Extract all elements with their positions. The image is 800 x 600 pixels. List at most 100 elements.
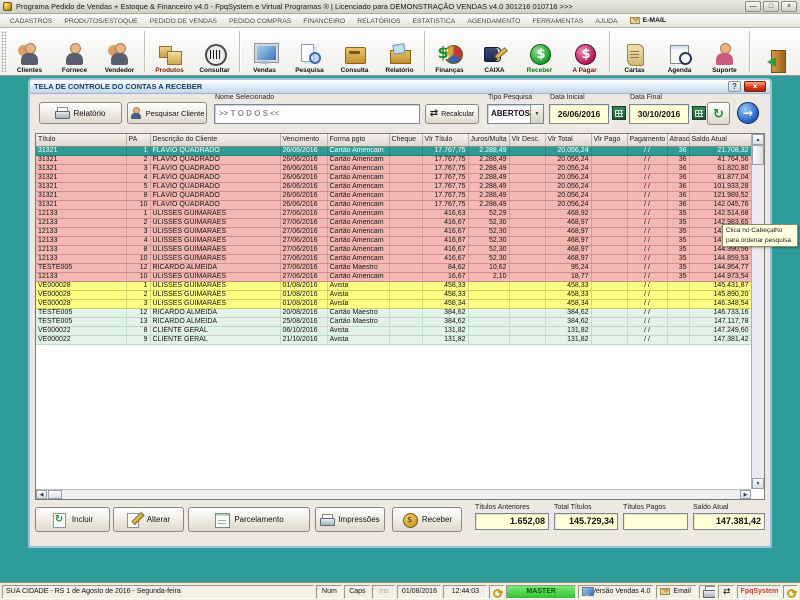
table-row[interactable]: 121333ULISSES GUIMARAES27/06/2016Cartão … (36, 227, 751, 236)
column-header-atraso[interactable]: Atraso (667, 134, 689, 146)
column-header-t-tulo[interactable]: Título (36, 134, 126, 146)
table-row[interactable]: VE0000228CLIENTE GERAL06/10/2016Avista13… (36, 326, 751, 335)
close-button[interactable]: × (781, 1, 797, 12)
menu-item-produtos-estoque[interactable]: PRODUTOS/ESTOQUE (58, 18, 143, 25)
restore-button[interactable]: □ (763, 1, 779, 12)
status-transfer[interactable]: ⇄ (718, 585, 735, 599)
menu-item-cadastros[interactable]: CADASTROS (4, 18, 58, 25)
column-header-cheque[interactable]: Cheque (389, 134, 422, 146)
chevron-down-icon[interactable]: ▼ (530, 105, 543, 123)
search-type-select[interactable]: ABERTOS ▼ (487, 104, 544, 124)
incluir-button[interactable]: Incluir (35, 507, 110, 532)
table-row[interactable]: 313213FLÁVIO QUADRADO26/06/2016Cartão Am… (36, 164, 751, 173)
go-button[interactable]: → (737, 102, 759, 124)
menu-item-ajuda[interactable]: AJUDA (589, 18, 623, 25)
refresh-button[interactable]: ↻ (707, 102, 730, 125)
table-row[interactable]: VE0000229CLIENTE GERAL21/10/2016Avista13… (36, 335, 751, 344)
column-header-saldo-atual[interactable]: Saldo Atual (689, 134, 751, 146)
alterar-button[interactable]: Alterar (113, 507, 184, 532)
receber-button[interactable]: Receber (392, 507, 462, 532)
menu-item-email[interactable]: E-MAIL (624, 17, 672, 24)
toolbar-button-receber[interactable]: Receber (517, 28, 562, 75)
status-email[interactable]: Email (656, 585, 696, 599)
vertical-scroll-thumb[interactable] (752, 145, 764, 165)
status-printer[interactable] (699, 585, 716, 599)
toolbar-button-vendedor[interactable]: Vendedor (97, 28, 142, 75)
table-row[interactable]: 313212FLÁVIO QUADRADO26/06/2016Cartão Am… (36, 155, 751, 164)
menu-item-ferramentas[interactable]: FERRAMENTAS (526, 18, 589, 25)
toolbar-button-relat-rio[interactable]: Relatório (377, 28, 422, 75)
table-row[interactable]: VE0000283ULISSES GUIMARAES01/08/2016Avis… (36, 299, 751, 308)
scroll-left-icon[interactable]: ◀ (36, 490, 47, 499)
table-row[interactable]: TESTE00512RICARDO ALMEIDA27/06/2016Cartã… (36, 263, 751, 272)
table-row[interactable]: 1213310ULISSES GUIMARAES27/06/2016Cartão… (36, 272, 751, 281)
column-header-vlr-t-tulo[interactable]: Vlr Título (422, 134, 468, 146)
horizontal-scrollbar[interactable]: ◀ ▶ (36, 489, 751, 499)
toolbar-button-pesquisa[interactable]: Pesquisa (287, 28, 332, 75)
column-header-pagamento[interactable]: Pagamento (627, 134, 667, 146)
table-row[interactable]: 313215FLÁVIO QUADRADO26/06/2016Cartão Am… (36, 182, 751, 191)
table-row[interactable]: 121331ULISSES GUIMARAES27/06/2016Cartão … (36, 209, 751, 218)
menu-item-agendamento[interactable]: AGENDAMENTO (461, 18, 526, 25)
cell: / / (627, 200, 667, 209)
toolbar-button-consultar[interactable]: Consultar (192, 28, 237, 75)
cell: 3 (126, 299, 150, 308)
toolbar-button-caixa[interactable]: CAIXA (472, 28, 517, 75)
panel-help-button[interactable]: ? (728, 81, 741, 92)
toolbar-button-consulta[interactable]: Consulta (332, 28, 377, 75)
cell: 1 (126, 209, 150, 218)
scroll-right-icon[interactable]: ▶ (740, 490, 751, 499)
column-header-forma-pgto[interactable]: Forma pgto (327, 134, 389, 146)
toolbar-button-clientes[interactable]: Clientes (7, 28, 52, 75)
toolbar-button-exit[interactable] (752, 28, 797, 75)
panel-close-button[interactable]: × (744, 81, 766, 92)
column-header-descri-o-do-cliente[interactable]: Descrição do Cliente (150, 134, 280, 146)
selected-name-input[interactable]: >> T O D O S << (214, 104, 420, 124)
column-header-vlr-desc-[interactable]: Vlr Desc. (509, 134, 545, 146)
horizontal-scroll-thumb[interactable] (48, 490, 62, 499)
menu-item-pedido-de-vendas[interactable]: PEDIDO DE VENDAS (144, 18, 223, 25)
vertical-scrollbar[interactable]: ▲ ▼ (751, 134, 764, 489)
date-end-input[interactable]: 30/10/2016 (629, 104, 689, 124)
toolbar-button-fornece[interactable]: Fornece (52, 28, 97, 75)
toolbar-button-cartas[interactable]: Cartas (612, 28, 657, 75)
table-row[interactable]: 121334ULISSES GUIMARAES27/06/2016Cartão … (36, 236, 751, 245)
parcelamento-button[interactable]: Parcelamento (188, 507, 310, 532)
table-row[interactable]: VE0000282ULISSES GUIMARAES01/08/2016Avis… (36, 290, 751, 299)
toolbar-button-vendas[interactable]: Vendas (242, 28, 287, 75)
search-client-button[interactable]: Pesquisar Cliente (127, 102, 207, 124)
toolbar-button-agenda[interactable]: Agenda (657, 28, 702, 75)
menu-item-financeiro[interactable]: FINANCEIRO (297, 18, 351, 25)
menu-item-pedido-compras[interactable]: PEDIDO COMPRAS (223, 18, 297, 25)
table-row[interactable]: 121332ULISSES GUIMARAES27/06/2016Cartão … (36, 218, 751, 227)
impress-es-button[interactable]: Impressões (315, 507, 385, 532)
menu-item-estatistica[interactable]: ESTATISTICA (407, 18, 462, 25)
toolbar-button-produtos[interactable]: Produtos (147, 28, 192, 75)
toolbar-button-suporte[interactable]: Suporte (702, 28, 747, 75)
table-row[interactable]: 313218FLÁVIO QUADRADO26/06/2016Cartão Am… (36, 191, 751, 200)
scroll-down-icon[interactable]: ▼ (752, 478, 764, 489)
calendar-icon-end[interactable] (692, 106, 706, 120)
calendar-icon-start[interactable] (612, 106, 626, 120)
table-row[interactable]: 313214FLÁVIO QUADRADO26/06/2016Cartão Am… (36, 173, 751, 182)
column-header-vlr-pago[interactable]: Vlr Pago (591, 134, 627, 146)
column-header-vencimento[interactable]: Vencimento (280, 134, 327, 146)
table-row[interactable]: 1213310ULISSES GUIMARAES27/06/2016Cartão… (36, 254, 751, 263)
table-row[interactable]: 3132110FLÁVIO QUADRADO26/06/2016Cartão A… (36, 200, 751, 209)
toolbar-button-a-pagar[interactable]: A Pagar (562, 28, 607, 75)
column-header-pa[interactable]: PA (126, 134, 150, 146)
recalculate-button[interactable]: ⇄ Recalcular (425, 104, 479, 124)
table-row[interactable]: TESTE00513RICARDO ALMEIDA25/08/2016Cartã… (36, 317, 751, 326)
menu-item-relat-rios[interactable]: RELATÓRIOS (351, 18, 406, 25)
date-start-input[interactable]: 26/06/2016 (549, 104, 609, 124)
report-button[interactable]: Relatório (39, 102, 122, 124)
scroll-up-icon[interactable]: ▲ (752, 134, 764, 145)
minimize-button[interactable]: — (745, 1, 761, 12)
table-row[interactable]: 121338ULISSES GUIMARAES27/06/2016Cartão … (36, 245, 751, 254)
column-header-vlr-total[interactable]: Vlr Total (545, 134, 591, 146)
column-header-juros-multa[interactable]: Juros/Multa (468, 134, 509, 146)
table-row[interactable]: VE0000281ULISSES GUIMARAES01/08/2016Avis… (36, 281, 751, 290)
toolbar-button-finan-as[interactable]: Finanças (427, 28, 472, 75)
table-row[interactable]: 313211FLÁVIO QUADRADO26/06/2016Cartão Am… (36, 146, 751, 155)
table-row[interactable]: TESTE00512RICARDO ALMEIDA20/08/2016Cartã… (36, 308, 751, 317)
